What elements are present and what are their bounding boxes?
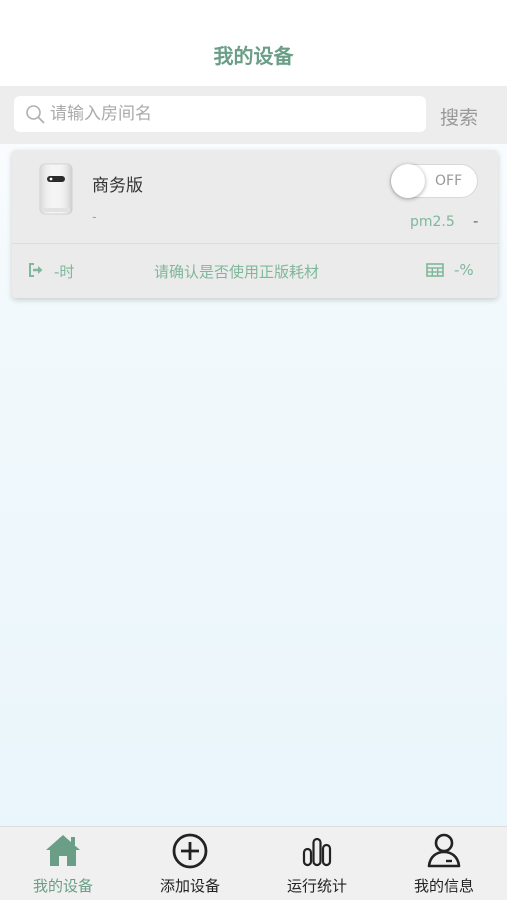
tab-label: 添加设备 — [159, 877, 220, 895]
toggle-knob — [391, 164, 425, 198]
device-card[interactable]: 商务版 - OFF pm2.5 - -时 请确认是否使用正版耗材 -% — [12, 150, 498, 298]
tab-add-device[interactable]: 添加设备 — [127, 827, 253, 900]
pm25-label: pm2.5 — [410, 214, 455, 230]
bar-chart-icon — [302, 837, 332, 867]
air-purifier-image — [39, 163, 73, 215]
tab-label: 运行统计 — [286, 877, 347, 895]
device-name: 商务版 — [92, 176, 143, 196]
sign-out-icon — [29, 263, 43, 277]
device-status: - — [92, 210, 97, 225]
pm25-value: - — [473, 212, 479, 230]
filter-life-value: -% — [454, 261, 474, 279]
tab-my-devices[interactable]: 我的设备 — [0, 827, 126, 900]
add-circle-icon — [172, 833, 208, 869]
power-toggle[interactable]: OFF — [390, 164, 478, 198]
home-icon — [46, 835, 80, 866]
table-icon — [426, 263, 444, 277]
consumable-notice: 请确认是否使用正版耗材 — [154, 263, 320, 281]
search-bar: 搜索 — [0, 86, 507, 144]
runtime-value: -时 — [54, 263, 75, 281]
search-icon — [26, 105, 45, 124]
card-divider — [12, 243, 498, 244]
page-title: 我的设备 — [213, 44, 294, 68]
tab-statistics[interactable]: 运行统计 — [254, 827, 380, 900]
tab-label: 我的信息 — [413, 877, 474, 895]
search-button[interactable]: 搜索 — [440, 103, 478, 130]
tab-my-info[interactable]: 我的信息 — [381, 827, 507, 900]
tab-label: 我的设备 — [32, 877, 93, 895]
user-icon — [427, 833, 461, 868]
search-input[interactable] — [50, 96, 420, 132]
toggle-state-label: OFF — [435, 173, 463, 189]
bottom-tab-bar: 我的设备 添加设备 运行统计 我的信息 — [0, 826, 507, 900]
search-box[interactable] — [14, 96, 426, 132]
app-header: 我的设备 — [0, 0, 507, 86]
